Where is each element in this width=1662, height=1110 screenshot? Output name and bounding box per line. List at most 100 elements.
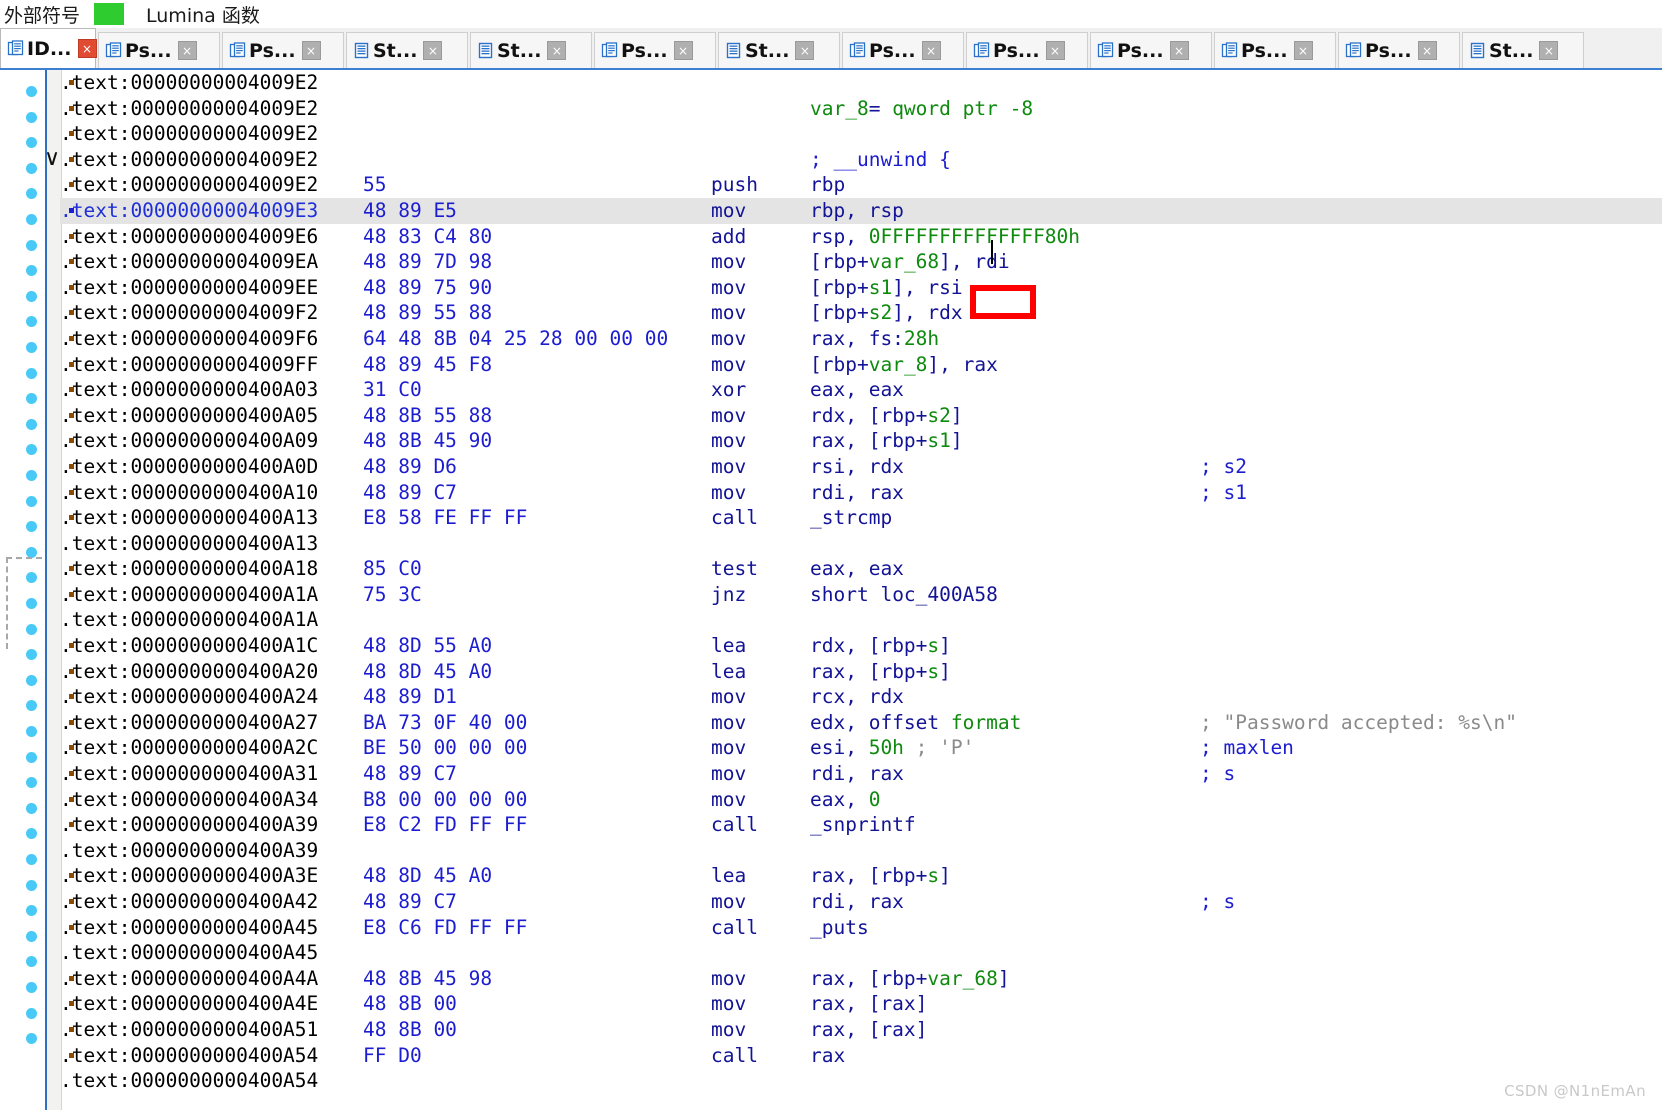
line-operands[interactable]: rax, fs:28h: [810, 326, 939, 352]
code-line[interactable]: .text:00000000004009E6 48 83 C4 80 add rsp,…: [60, 224, 1662, 250]
gutter-marker-dot[interactable]: [26, 879, 37, 891]
code-line[interactable]: .text:0000000000400A1C 48 8D 55 A0 lea rdx,…: [60, 633, 1662, 659]
code-line[interactable]: .text:00000000004009E2 var_8= qword ptr -…: [60, 96, 1662, 122]
gutter-marker-dot[interactable]: [26, 751, 37, 763]
code-line[interactable]: .text:00000000004009E2 55 push rbp: [60, 172, 1662, 198]
line-mnemonic[interactable]: mov: [711, 889, 746, 915]
line-operands[interactable]: [rbp+var_68], rdi: [810, 249, 1010, 275]
line-operands[interactable]: rdx, [rbp+s2]: [810, 403, 963, 429]
operand-token-name[interactable]: var_8: [869, 353, 928, 376]
gutter-marker-dot[interactable]: [26, 214, 37, 225]
operand-token-op[interactable]: eax, eax: [810, 378, 904, 401]
operand-token-op[interactable]: ], rsi: [892, 276, 962, 299]
line-operands[interactable]: rax: [810, 1043, 845, 1069]
collapse-chevron-icon[interactable]: ∨: [44, 148, 60, 170]
line-operands[interactable]: rbp, rsp: [810, 198, 904, 224]
operand-token-op[interactable]: [: [810, 353, 822, 376]
operand-token-name[interactable]: var_68: [927, 967, 997, 990]
operand-token-op[interactable]: ], rdi: [939, 250, 1009, 273]
line-operands[interactable]: eax, 0: [810, 787, 880, 813]
operand-token-op[interactable]: rdi, rax: [810, 890, 904, 913]
line-mnemonic[interactable]: mov: [711, 684, 746, 710]
operand-token-sub[interactable]: loc_400A58: [880, 583, 997, 606]
line-mnemonic[interactable]: mov: [711, 275, 746, 301]
line-operands[interactable]: rdi, rax: [810, 889, 904, 915]
code-line[interactable]: .text:0000000000400A42 48 89 C7 mov rdi, ra…: [60, 889, 1662, 915]
line-operands[interactable]: rsp, 0FFFFFFFFFFFFFF80h: [810, 224, 1080, 250]
code-line[interactable]: .text:00000000004009E3 48 89 E5 mov rbp, rs…: [60, 197, 1662, 224]
tab-close-icon[interactable]: ×: [547, 41, 567, 60]
line-mnemonic[interactable]: call: [711, 915, 758, 941]
operand-token-sub[interactable]: _puts: [810, 916, 869, 939]
code-line[interactable]: .text:00000000004009F2 48 89 55 88 mov [rbp…: [60, 300, 1662, 326]
line-mnemonic[interactable]: mov: [711, 710, 746, 736]
code-line[interactable]: .text:00000000004009E2 ; __unwind {: [60, 147, 1662, 173]
tab-10[interactable]: Ps... ×: [1214, 32, 1336, 68]
tab-12[interactable]: St... ×: [1462, 32, 1584, 68]
operand-token-op[interactable]: esi,: [810, 736, 869, 759]
line-mnemonic[interactable]: test: [711, 556, 758, 582]
operand-token-op[interactable]: [: [810, 301, 822, 324]
line-operands[interactable]: rdx, [rbp+s]: [810, 633, 951, 659]
line-mnemonic[interactable]: mov: [711, 352, 746, 378]
line-operands[interactable]: rax, [rax]: [810, 991, 927, 1017]
operand-token-op[interactable]: ], rax: [927, 353, 997, 376]
line-mnemonic[interactable]: mov: [711, 991, 746, 1017]
code-line[interactable]: .text:0000000000400A39: [60, 838, 1662, 864]
gutter-marker-dot[interactable]: [26, 828, 37, 840]
operand-token-op[interactable]: rbp+: [880, 429, 927, 452]
operand-token-op[interactable]: rbp+: [880, 404, 927, 427]
gutter-marker-dot[interactable]: [26, 1007, 37, 1019]
operand-token-name[interactable]: s1: [927, 429, 950, 452]
line-operands[interactable]: [rbp+var_8], rax: [810, 352, 998, 378]
operand-token-op[interactable]: rax, [: [810, 429, 880, 452]
code-line[interactable]: .text:0000000000400A4A 48 8B 45 98 mov rax,…: [60, 966, 1662, 992]
operand-token-num[interactable]: 0: [869, 788, 881, 811]
line-operands[interactable]: rax, [rbp+s1]: [810, 428, 963, 454]
gutter-marker-dot[interactable]: [26, 495, 37, 507]
operand-token-op[interactable]: rcx, rdx: [810, 685, 904, 708]
line-operands[interactable]: _strcmp: [810, 505, 892, 531]
line-comment[interactable]: ; s1: [1200, 480, 1247, 506]
line-operands[interactable]: ; __unwind {: [810, 147, 951, 173]
operand-token-name[interactable]: var_8: [810, 97, 869, 120]
code-line[interactable]: .text:0000000000400A24 48 89 D1 mov rcx, rd…: [60, 684, 1662, 710]
operand-token-op[interactable]: rbp+: [880, 634, 927, 657]
line-operands[interactable]: rax, [rax]: [810, 1017, 927, 1043]
gutter-marker-dot[interactable]: [26, 854, 37, 865]
line-comment[interactable]: ; "Password accepted: %s\n": [1200, 710, 1517, 736]
code-line[interactable]: .text:00000000004009EE 48 89 75 90 mov [rbp…: [60, 275, 1662, 301]
operand-token-name[interactable]: format: [951, 711, 1021, 734]
gutter-marker-dot[interactable]: [26, 521, 37, 533]
code-line[interactable]: .text:0000000000400A51 48 8B 00 mov rax, [r…: [60, 1017, 1662, 1043]
tab-close-icon[interactable]: ×: [301, 41, 321, 60]
line-mnemonic[interactable]: mov: [711, 454, 746, 480]
operand-token-name[interactable]: s: [927, 660, 939, 683]
code-line[interactable]: .text:0000000000400A54: [60, 1068, 1662, 1094]
code-line[interactable]: .text:00000000004009EA 48 89 7D 98 mov [rbp…: [60, 249, 1662, 275]
code-line[interactable]: .text:0000000000400A05 48 8B 55 88 mov rdx,…: [60, 403, 1662, 429]
operand-token-op[interactable]: ]: [951, 429, 963, 452]
operand-token-op[interactable]: rbp+: [822, 276, 869, 299]
line-mnemonic[interactable]: call: [711, 812, 758, 838]
tab-close-icon[interactable]: ×: [1169, 41, 1189, 60]
operand-token-op[interactable]: rbp+: [880, 967, 927, 990]
code-line[interactable]: .text:0000000000400A13 E8 58 FE FF FF call…: [60, 505, 1662, 531]
line-operands[interactable]: edx, offset format: [810, 710, 1021, 736]
line-operands[interactable]: esi, 50h ; 'P': [810, 735, 974, 761]
operand-token-op[interactable]: rax, [: [810, 864, 880, 887]
gutter-marker-dot[interactable]: [26, 316, 37, 328]
code-line[interactable]: .text:00000000004009F6 64 48 8B 04 25 28 …: [60, 326, 1662, 352]
line-operands[interactable]: rcx, rdx: [810, 684, 904, 710]
operand-token-num[interactable]: 28h: [904, 327, 939, 350]
line-comment[interactable]: ; s: [1200, 761, 1235, 787]
tab-11[interactable]: Ps... ×: [1338, 32, 1460, 68]
gutter-marker-dot[interactable]: [26, 86, 37, 97]
gutter-marker-dot[interactable]: [26, 777, 37, 789]
tab-6[interactable]: St... ×: [718, 32, 840, 68]
code-line[interactable]: .text:0000000000400A0D 48 89 D6 mov rsi, rd…: [60, 454, 1662, 480]
code-line[interactable]: .text:0000000000400A2C BE 50 00 00 00 mov e…: [60, 735, 1662, 761]
line-operands[interactable]: _snprintf: [810, 812, 916, 838]
operand-token-op[interactable]: rdi, rax: [810, 762, 904, 785]
line-operands[interactable]: rsi, rdx: [810, 454, 904, 480]
